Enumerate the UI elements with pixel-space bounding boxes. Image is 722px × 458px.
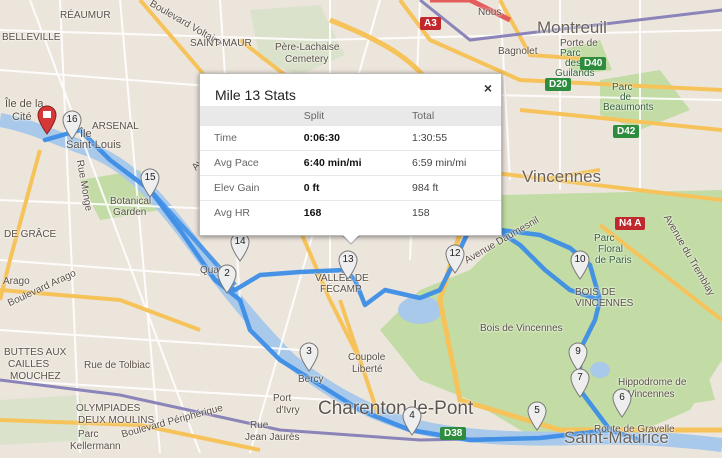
split-value: 6:40 min/mi	[289, 150, 399, 176]
map-label: Saint-Maurice	[564, 428, 669, 447]
popup-title: Mile 13 Stats	[215, 87, 296, 103]
road-shield: D40	[580, 57, 607, 70]
map-label: Vincennes	[628, 389, 675, 400]
table-row: Elev Gain 0 ft 984 ft	[200, 175, 501, 201]
map-label: RÉAUMUR	[60, 10, 111, 21]
map-label: Bois de Vincennes	[480, 323, 563, 334]
row-label: Time	[200, 125, 290, 151]
column-header: Split	[289, 106, 399, 126]
map-label: Parc	[594, 233, 615, 244]
map-label: FÉCAMP	[320, 284, 362, 295]
map-label: Garden	[113, 207, 147, 218]
map-label: OLYMPIADES	[76, 403, 141, 414]
mile-stats-popup: Mile 13 Stats × Split Total Time 0:06:30…	[199, 73, 502, 236]
mile-marker-16[interactable]: 16	[61, 110, 83, 140]
road-shield: D38	[440, 427, 467, 440]
map-label: Bagnolet	[498, 46, 538, 57]
marker-label: 7	[577, 372, 583, 383]
map-label: MOUCHEZ	[10, 371, 61, 382]
table-row: Time 0:06:30 1:30:55	[200, 125, 501, 151]
map-label: Cité	[12, 111, 32, 123]
marker-label: 3	[306, 346, 312, 357]
map-label: Port	[273, 393, 292, 404]
table-row: Avg Pace 6:40 min/mi 6:59 min/mi	[200, 150, 501, 176]
map-label: BELLEVILLE	[2, 32, 61, 43]
road-shield: A3	[420, 17, 441, 30]
marker-label: 16	[66, 114, 78, 125]
mile-marker-7[interactable]: 7	[569, 368, 591, 398]
map-label: d'Ivry	[276, 405, 300, 416]
map-label: Vincennes	[522, 167, 602, 186]
map-label: VINCENNES	[575, 298, 634, 309]
marker-label: 15	[144, 172, 156, 183]
road-shield: D20	[545, 78, 572, 91]
split-value: 168	[289, 200, 399, 225]
map-label: Jean Jaurès	[245, 432, 300, 443]
map-label: CAILLES	[8, 359, 50, 370]
mile-marker-10[interactable]: 10	[569, 250, 591, 280]
mile-marker-12[interactable]: 12	[444, 244, 466, 274]
map-label: Porte de	[560, 38, 598, 49]
mile-marker-13[interactable]: 13	[337, 250, 359, 280]
map-label: Cemetery	[285, 54, 329, 65]
mile-marker-15[interactable]: 15	[139, 168, 161, 198]
mile-marker-2[interactable]: 2	[216, 264, 238, 294]
marker-label: 5	[534, 405, 540, 416]
marker-label: 10	[574, 254, 586, 265]
map-label: Floral	[598, 244, 624, 255]
column-header: Total	[398, 106, 501, 126]
total-value: 158	[398, 200, 501, 225]
map-label: Nous	[478, 7, 502, 18]
map-label: Bercy	[298, 374, 324, 385]
start-pin[interactable]	[36, 105, 58, 135]
marker-label: 9	[575, 346, 581, 357]
road-shield: D42	[613, 125, 640, 138]
map-label: de Paris	[595, 255, 632, 266]
close-button[interactable]: ×	[484, 80, 492, 96]
stats-table: Split Total Time 0:06:30 1:30:55 Avg Pac…	[200, 106, 501, 225]
total-value: 6:59 min/mi	[398, 150, 501, 176]
mile-marker-5[interactable]: 5	[526, 401, 548, 431]
road-shield: N4 A	[615, 217, 646, 230]
marker-label: 2	[224, 268, 230, 279]
row-label: Avg Pace	[200, 150, 290, 176]
map-label: Saint-Louis	[66, 139, 122, 151]
map-label: Beaumonts	[603, 102, 654, 113]
map-label: Rue de Tolbiac	[84, 360, 150, 371]
total-value: 1:30:55	[398, 125, 501, 151]
mile-marker-4[interactable]: 4	[401, 406, 423, 436]
map-label: DE GRÂCE	[4, 229, 57, 240]
marker-label: 12	[449, 248, 461, 259]
popup-pointer	[340, 232, 362, 243]
total-value: 984 ft	[398, 175, 501, 201]
row-label: Avg HR	[200, 200, 290, 225]
map-label: SAINT-MAUR	[190, 38, 252, 49]
mile-marker-6[interactable]: 6	[611, 388, 633, 418]
map-label: Coupole	[348, 352, 386, 363]
map-label: Hippodrome de	[618, 377, 687, 388]
marker-label: 4	[409, 410, 415, 421]
split-value: 0:06:30	[289, 125, 399, 151]
map-label: Montreuil	[537, 18, 607, 37]
map-label: Parc	[78, 429, 99, 440]
marker-label: 6	[619, 392, 625, 403]
map-label: ARSENAL	[92, 121, 139, 132]
marker-label: 13	[342, 254, 354, 265]
map-label: Kellermann	[70, 441, 121, 452]
mile-marker-3[interactable]: 3	[298, 342, 320, 372]
map-label: Rue	[250, 420, 269, 431]
lake	[590, 362, 610, 378]
table-row: Avg HR 168 158	[200, 200, 501, 225]
map-label: Père-Lachaise	[275, 42, 340, 53]
map-label: BOIS DE	[575, 287, 616, 298]
row-label: Elev Gain	[200, 175, 290, 201]
mile-marker-14[interactable]: 14	[229, 232, 251, 262]
map-label: Arago	[3, 276, 30, 287]
map-label: Charenton-le-Pont	[318, 398, 474, 419]
split-value: 0 ft	[289, 175, 399, 201]
map-label: BUTTES AUX	[4, 347, 67, 358]
map-label: Liberté	[352, 364, 383, 375]
column-header	[200, 106, 290, 126]
marker-label: 14	[234, 236, 246, 247]
